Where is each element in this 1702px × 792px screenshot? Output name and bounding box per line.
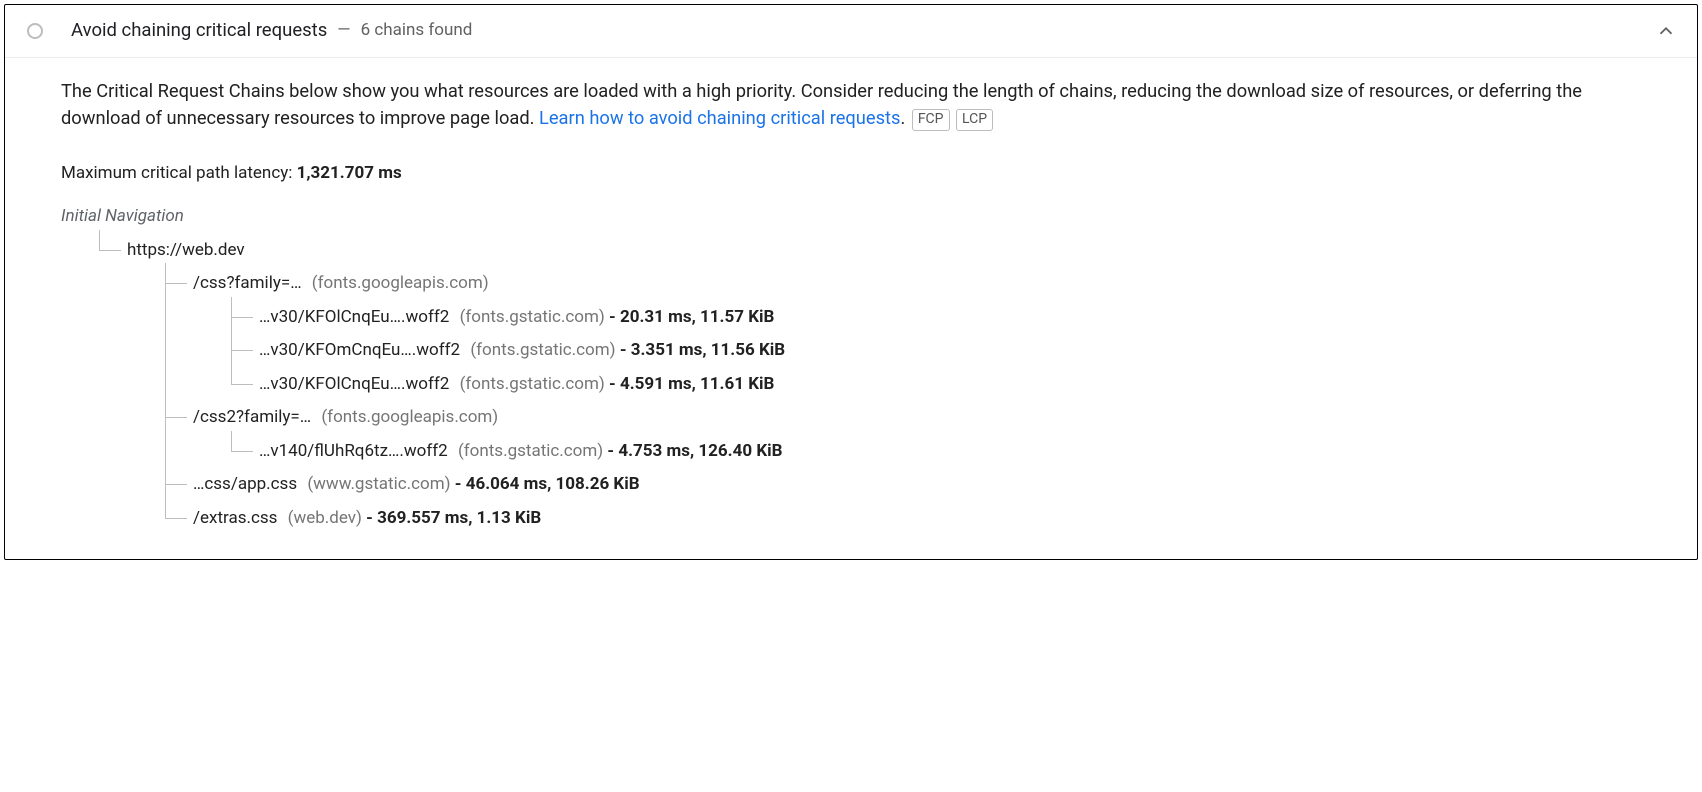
node-url: /css2?family=… [193, 407, 311, 427]
request-chain-tree: Initial Navigation https://web.dev /css?… [61, 204, 1653, 531]
node-url: …v30/KFOmCnqEu….woff2 [259, 340, 460, 360]
node-url: https://web.dev [127, 240, 245, 260]
node-host: (fonts.gstatic.com) [460, 307, 605, 327]
tree-root-label: Initial Navigation [61, 204, 1653, 230]
node-host: (fonts.googleapis.com) [312, 273, 489, 293]
tree-node: …v30/KFOmCnqEu….woff2 (fonts.gstatic.com… [231, 330, 1653, 364]
node-host: (web.dev) [288, 508, 362, 528]
node-metric: 369.557 ms, 1.13 KiB [377, 508, 541, 528]
node-url: …v30/KFOlCnqEu….woff2 [259, 307, 449, 327]
node-host: (fonts.googleapis.com) [321, 407, 498, 427]
tree-node: /css2?family=… (fonts.googleapis.com) …v… [165, 397, 1653, 464]
collapse-chevron-icon[interactable] [1655, 20, 1677, 42]
tree-node: …v30/KFOlCnqEu….woff2 (fonts.gstatic.com… [231, 364, 1653, 398]
tree-node: https://web.dev /css?family=… (fonts.goo… [99, 230, 1653, 532]
node-metric: 20.31 ms, 11.57 KiB [620, 307, 774, 327]
audit-description: The Critical Request Chains below show y… [61, 78, 1653, 133]
learn-more-link[interactable]: Learn how to avoid chaining critical req… [539, 108, 900, 129]
fcp-tag: FCP [912, 109, 950, 131]
node-url: …v30/KFOlCnqEu….woff2 [259, 374, 449, 394]
audit-subtitle: 6 chains found [361, 18, 473, 44]
audit-title: Avoid chaining critical requests [71, 17, 327, 45]
node-metric: 3.351 ms, 11.56 KiB [631, 340, 785, 360]
node-url: …css/app.css [193, 474, 297, 494]
tree-node: /css?family=… (fonts.googleapis.com) …v3… [165, 263, 1653, 397]
tree-node: /extras.css (web.dev) - 369.557 ms, 1.13… [165, 498, 1653, 532]
tree-node: …v30/KFOlCnqEu….woff2 (fonts.gstatic.com… [231, 297, 1653, 331]
node-url: /extras.css [193, 508, 277, 528]
node-host: (fonts.gstatic.com) [460, 374, 605, 394]
title-separator: — [337, 18, 350, 44]
node-metric: 46.064 ms, 108.26 KiB [466, 474, 640, 494]
audit-panel: Avoid chaining critical requests — 6 cha… [4, 4, 1698, 560]
audit-header[interactable]: Avoid chaining critical requests — 6 cha… [5, 5, 1697, 58]
lcp-tag: LCP [956, 109, 993, 131]
node-url: /css?family=… [193, 273, 302, 293]
description-post: . [900, 108, 905, 129]
node-metric: 4.591 ms, 11.61 KiB [620, 374, 774, 394]
node-metric: 4.753 ms, 126.40 KiB [618, 441, 782, 461]
status-icon [27, 23, 43, 39]
node-host: (fonts.gstatic.com) [470, 340, 615, 360]
tree-node: …v140/flUhRq6tz….woff2 (fonts.gstatic.co… [231, 431, 1653, 465]
max-latency: Maximum critical path latency: 1,321.707… [61, 161, 1653, 187]
latency-value: 1,321.707 ms [297, 163, 402, 183]
latency-label: Maximum critical path latency: [61, 163, 297, 183]
tree-node: …css/app.css (www.gstatic.com) - 46.064 … [165, 464, 1653, 498]
node-host: (fonts.gstatic.com) [458, 441, 603, 461]
node-url: …v140/flUhRq6tz….woff2 [259, 441, 448, 461]
audit-body: The Critical Request Chains below show y… [5, 58, 1697, 559]
node-host: (www.gstatic.com) [307, 474, 450, 494]
